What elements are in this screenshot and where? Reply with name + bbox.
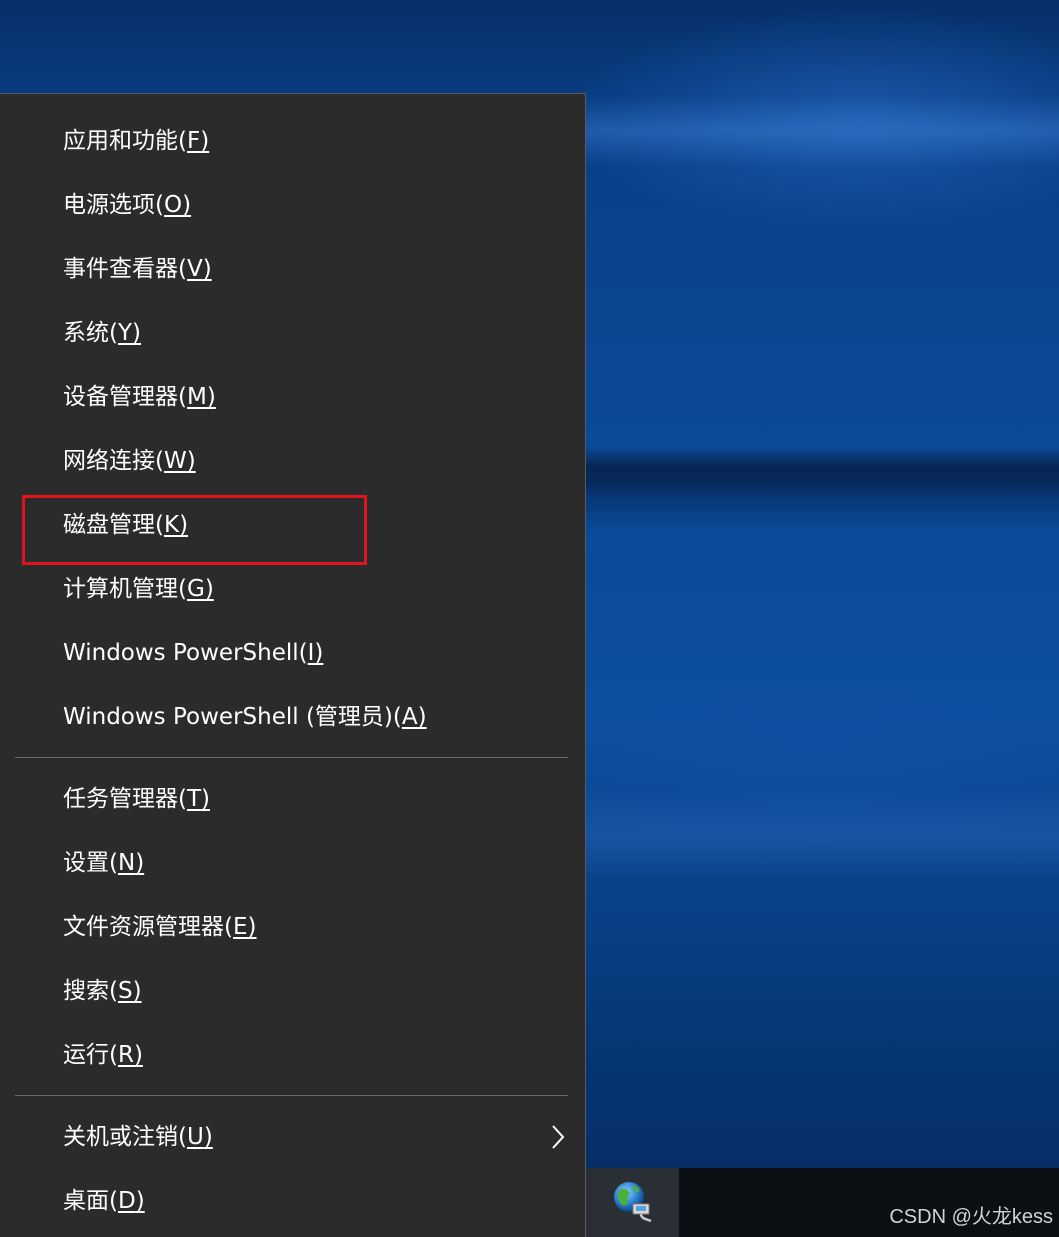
menu-item-shut-down-or-sign-out[interactable]: 关机或注销(U) — [0, 1105, 585, 1169]
winx-quick-link-menu: 应用和功能(F) 电源选项(O) 事件查看器(V) 系统(Y) 设备管理器(M)… — [0, 93, 586, 1237]
menu-item-power-options[interactable]: 电源选项(O) — [0, 173, 585, 237]
menu-separator — [15, 757, 568, 758]
menu-item-device-manager[interactable]: 设备管理器(M) — [0, 365, 585, 429]
network-globe-icon — [609, 1177, 657, 1229]
menu-item-search[interactable]: 搜索(S) — [0, 959, 585, 1023]
watermark-text: CSDN @火龙kess — [889, 1206, 1053, 1228]
menu-item-network-connections[interactable]: 网络连接(W) — [0, 429, 585, 493]
menu-separator — [15, 1095, 568, 1096]
menu-item-disk-management[interactable]: 磁盘管理(K) — [0, 493, 585, 557]
menu-item-task-manager[interactable]: 任务管理器(T) — [0, 767, 585, 831]
wallpaper-light-beam — [586, 96, 1059, 166]
taskbar-network-button[interactable] — [586, 1168, 679, 1237]
wallpaper-light-beam — [586, 790, 1059, 880]
menu-item-run[interactable]: 运行(R) — [0, 1023, 585, 1087]
menu-item-desktop[interactable]: 桌面(D) — [0, 1169, 585, 1233]
wallpaper-dark-band — [586, 448, 1059, 494]
menu-item-settings[interactable]: 设置(N) — [0, 831, 585, 895]
menu-item-computer-management[interactable]: 计算机管理(G) — [0, 557, 585, 621]
chevron-right-icon — [549, 1105, 567, 1169]
menu-item-event-viewer[interactable]: 事件查看器(V) — [0, 237, 585, 301]
menu-item-system[interactable]: 系统(Y) — [0, 301, 585, 365]
menu-item-apps-and-features[interactable]: 应用和功能(F) — [0, 109, 585, 173]
menu-item-windows-powershell[interactable]: Windows PowerShell(I) — [0, 621, 585, 685]
menu-item-windows-powershell-admin[interactable]: Windows PowerShell (管理员)(A) — [0, 685, 585, 749]
menu-item-file-explorer[interactable]: 文件资源管理器(E) — [0, 895, 585, 959]
